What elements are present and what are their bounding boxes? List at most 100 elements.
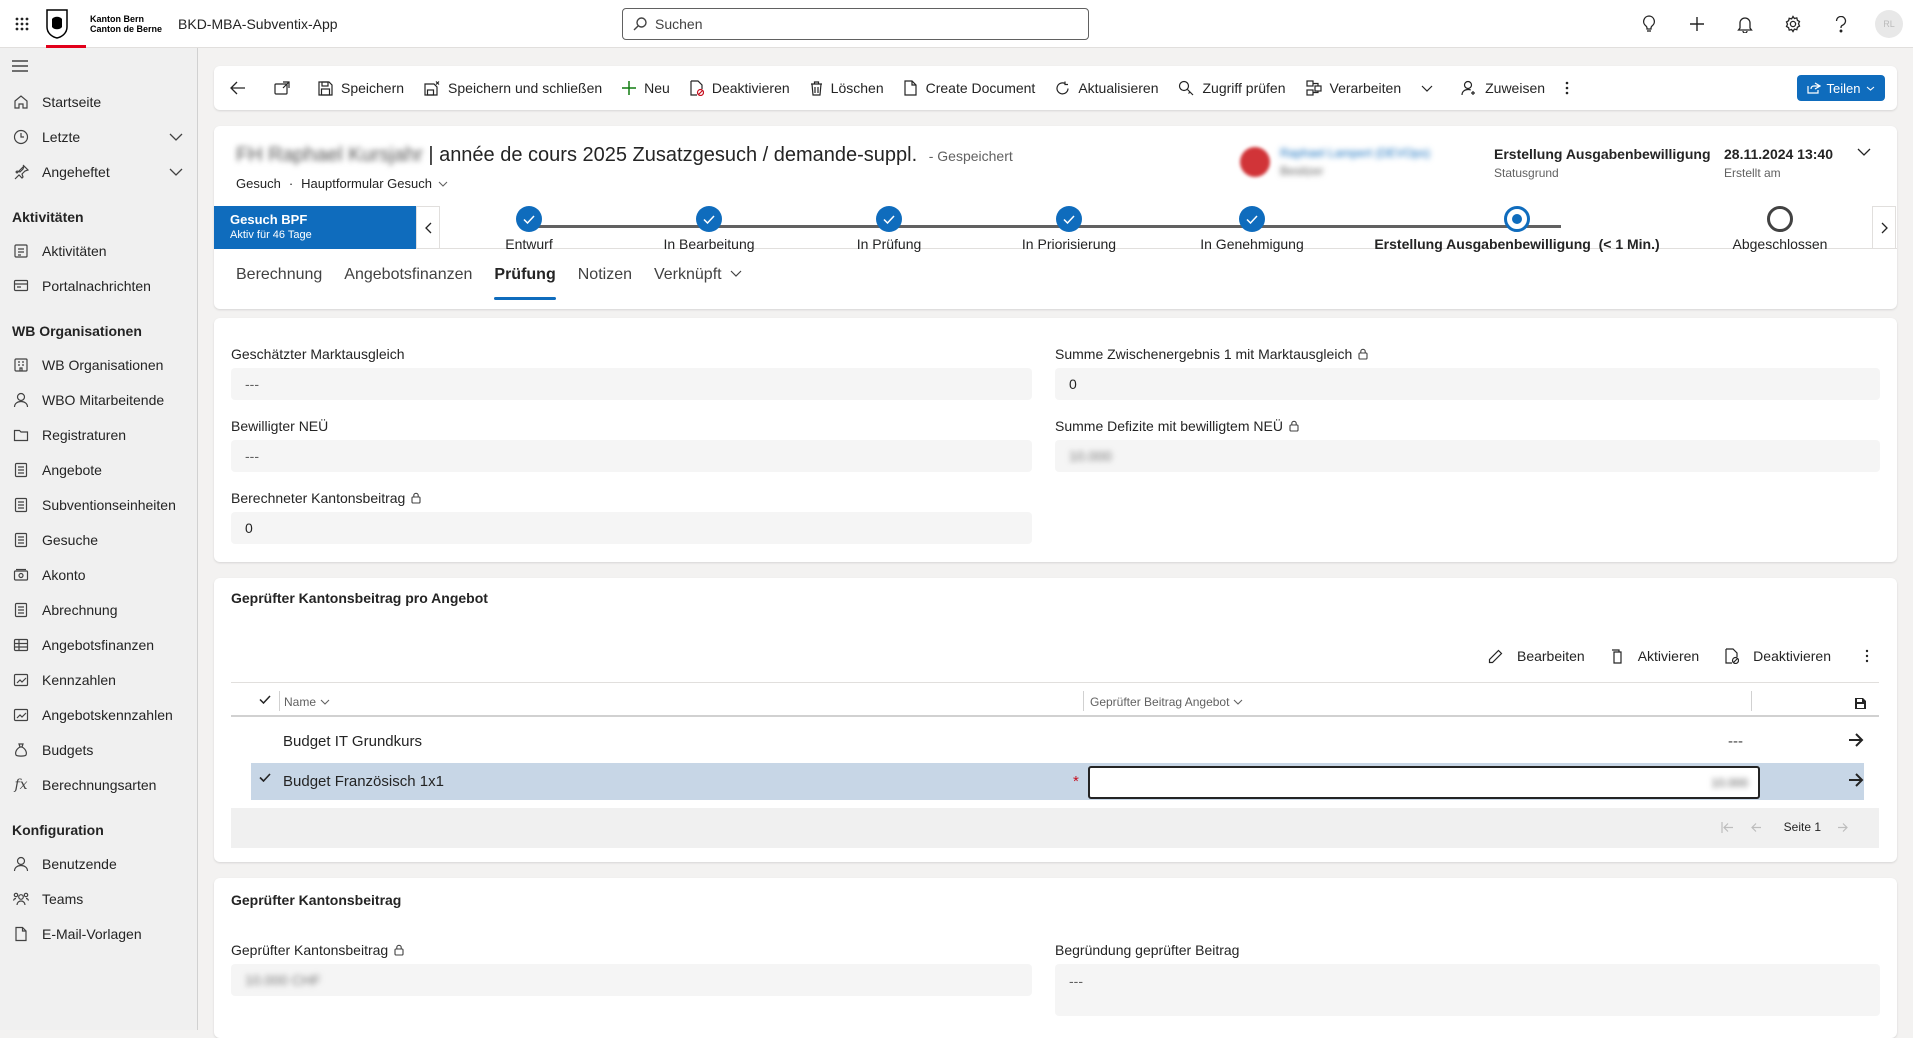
previous-page-icon[interactable] [1750, 822, 1762, 833]
row-name[interactable]: Budget IT Grundkurs [283, 733, 422, 750]
edit-button[interactable]: Bearbeiten [1488, 648, 1585, 664]
tab-notizen[interactable]: Notizen [578, 266, 632, 300]
bpf-process-name[interactable]: Gesuch BPF Aktiv für 46 Tage [214, 206, 416, 249]
deactivate-record-button[interactable]: Deaktivieren [1725, 648, 1831, 664]
app-launcher-icon[interactable] [0, 0, 44, 48]
first-page-icon[interactable] [1721, 821, 1734, 833]
add-icon[interactable] [1673, 0, 1721, 48]
select-all-checkbox[interactable] [259, 695, 271, 704]
check-access-button[interactable]: Zugriff prüfen [1168, 66, 1295, 110]
hamburger-icon[interactable] [0, 48, 197, 84]
sidebar-item-kennzahlen[interactable]: Kennzahlen [0, 662, 197, 697]
section-title: Geprüfter Kantonsbeitrag [231, 892, 402, 908]
owner-field[interactable]: Raphael Lampert (DEVOps) Besitzer [1240, 146, 1430, 178]
sidebar-item-benutzende[interactable]: Benutzende [0, 846, 197, 881]
sidebar-item-abrechnung[interactable]: Abrechnung [0, 592, 197, 627]
bell-icon[interactable] [1721, 0, 1769, 48]
column-header-gepruefter-beitrag[interactable]: Geprüfter Beitrag Angebot [1090, 695, 1243, 709]
sidebar-item-email-vorlagen[interactable]: E-Mail-Vorlagen [0, 916, 197, 951]
sidebar-item-angebotskennzahlen[interactable]: Angebotskennzahlen [0, 697, 197, 732]
sidebar-item-berechnungsarten[interactable]: fx Berechnungsarten [0, 767, 197, 802]
process-button[interactable]: Verarbeiten [1296, 66, 1412, 110]
save-and-close-button[interactable]: Speichern und schließen [414, 66, 612, 110]
row-checkbox[interactable] [259, 773, 271, 782]
process-dropdown[interactable] [1411, 66, 1451, 110]
form-selector[interactable]: Hauptformular Gesuch [301, 176, 448, 191]
sidebar-item-angebote[interactable]: Angebote [0, 452, 197, 487]
document-list-icon [12, 497, 30, 513]
bpf-stage-erstellung-ausgabenbewilligung[interactable]: Erstellung Ausgabenbewilligung (< 1 Min.… [1367, 206, 1667, 252]
sidebar-item-label: Benutzende [42, 855, 117, 872]
app-title[interactable]: BKD-MBA-Subventix-App [178, 16, 338, 32]
new-button[interactable]: Neu [612, 66, 680, 110]
user-avatar[interactable]: RL [1875, 10, 1903, 38]
sidebar-item-subventionseinheiten[interactable]: Subventionseinheiten [0, 487, 197, 522]
activate-button[interactable]: Aktivieren [1611, 648, 1699, 664]
subgrid-more-button[interactable] [1865, 648, 1869, 664]
save-button[interactable]: Speichern [308, 66, 414, 110]
check-icon [1239, 206, 1265, 232]
sidebar-item-label: Angebotskennzahlen [42, 706, 173, 723]
bpf-stage-label: Abgeschlossen [1732, 236, 1828, 252]
table-row-selected[interactable]: Budget Französisch 1x1 * 10.000 [251, 763, 1864, 800]
chevron-down-icon[interactable] [169, 168, 183, 176]
begruendung-field[interactable]: --- [1055, 964, 1880, 1016]
save-grid-icon[interactable] [1855, 698, 1866, 709]
search-input[interactable]: Suchen [622, 8, 1089, 40]
arrow-right-icon[interactable] [1848, 773, 1864, 787]
sidebar-item-budgets[interactable]: Budgets [0, 732, 197, 767]
deactivate-button[interactable]: Deaktivieren [680, 66, 800, 110]
back-button[interactable] [226, 66, 264, 110]
assign-button[interactable]: Zuweisen [1451, 66, 1555, 110]
share-button[interactable]: Teilen [1797, 75, 1885, 101]
arrow-right-icon[interactable] [1848, 733, 1864, 747]
amount-input[interactable]: 10.000 [1088, 766, 1760, 799]
sidebar-item-portalnachrichten[interactable]: Portalnachrichten [0, 268, 197, 303]
chevron-down-icon[interactable] [169, 133, 183, 141]
pruefung-section: Geschätzter Marktausgleich --- Summe Zwi… [214, 318, 1897, 562]
geschaetzter-marktausgleich-field[interactable]: --- [231, 368, 1032, 400]
sidebar-item-akonto[interactable]: Akonto [0, 557, 197, 592]
sidebar-item-angeheftet[interactable]: Angeheftet [0, 154, 197, 189]
field-label: Bewilligter NEÜ [231, 418, 329, 434]
more-commands-button[interactable] [1555, 66, 1587, 110]
sidebar-item-wbo-mitarbeitende[interactable]: WBO Mitarbeitende [0, 382, 197, 417]
sidebar-item-registraturen[interactable]: Registraturen [0, 417, 197, 452]
sidebar-item-letzte[interactable]: Letzte [0, 119, 197, 154]
lightbulb-icon[interactable] [1625, 0, 1673, 48]
next-page-icon[interactable] [1837, 822, 1849, 833]
save-close-label: Speichern und schließen [448, 80, 603, 96]
sidebar-item-aktivitaeten[interactable]: Aktivitäten [0, 233, 197, 268]
person-icon [12, 856, 30, 872]
tab-berechnung[interactable]: Berechnung [236, 266, 322, 300]
sidebar-item-startseite[interactable]: Startseite [0, 84, 197, 119]
table-row[interactable]: Budget IT Grundkurs --- [231, 723, 1879, 760]
sidebar-item-teams[interactable]: Teams [0, 881, 197, 916]
tab-pruefung[interactable]: Prüfung [494, 266, 557, 300]
open-new-window-button[interactable] [264, 66, 308, 110]
chevron-down-icon [438, 181, 448, 187]
help-icon[interactable] [1817, 0, 1865, 48]
chevron-down-icon [1233, 699, 1243, 705]
form-name: Hauptformular Gesuch [301, 176, 432, 191]
sidebar-item-wb-organisationen[interactable]: WB Organisationen [0, 347, 197, 382]
bpf-stage-in-genehmigung[interactable]: In Genehmigung [1142, 206, 1362, 252]
gear-icon[interactable] [1769, 0, 1817, 48]
row-name[interactable]: Budget Französisch 1x1 [283, 773, 444, 790]
row-amount[interactable]: --- [1728, 733, 1743, 750]
delete-button[interactable]: Löschen [800, 66, 894, 110]
owner-name[interactable]: Raphael Lampert (DEVOps) [1280, 146, 1430, 160]
tab-angebotsfinanzen[interactable]: Angebotsfinanzen [344, 266, 472, 300]
sidebar-item-angebotsfinanzen[interactable]: Angebotsfinanzen [0, 627, 197, 662]
refresh-button[interactable]: Aktualisieren [1045, 66, 1168, 110]
bpf-stage-abgeschlossen[interactable]: Abgeschlossen [1670, 206, 1890, 252]
tab-verknuepft[interactable]: Verknüpft [654, 266, 742, 300]
expand-header-button[interactable] [1857, 148, 1871, 156]
sidebar-item-label: E-Mail-Vorlagen [42, 925, 142, 942]
column-header-name[interactable]: Name [284, 695, 330, 709]
bewilligter-neu-field[interactable]: --- [231, 440, 1032, 472]
create-document-button[interactable]: Create Document [894, 66, 1046, 110]
gepruefter-kantonsbeitrag-field: 10.000 CHF [231, 964, 1032, 996]
message-icon [12, 278, 30, 294]
sidebar-item-gesuche[interactable]: Gesuche [0, 522, 197, 557]
